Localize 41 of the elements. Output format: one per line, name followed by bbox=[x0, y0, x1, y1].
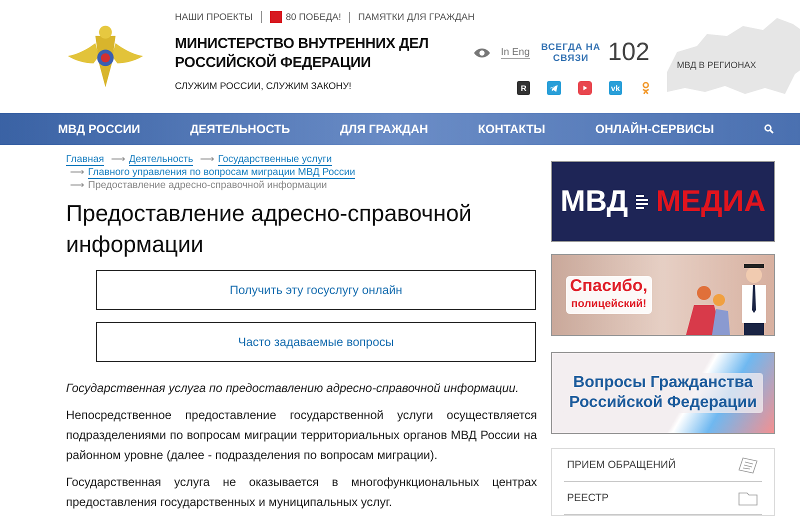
hotline-label: ВСЕГДА НА СВЯЗИ bbox=[540, 42, 602, 64]
top-link[interactable]: НАШИ ПРОЕКТЫ bbox=[174, 12, 261, 22]
page-heading: Предоставление адресно-справочной информации bbox=[66, 199, 473, 259]
social-icon[interactable]: R bbox=[516, 81, 530, 95]
breadcrumb-link[interactable]: Деятельность bbox=[128, 154, 194, 166]
breadcrumb-link[interactable]: Государственные услуги bbox=[218, 154, 332, 166]
hotline-number[interactable]: 102 bbox=[608, 38, 650, 67]
paper-plane-icon[interactable] bbox=[547, 81, 562, 95]
breadcrumb-link[interactable]: Главная bbox=[66, 154, 104, 166]
media-banner[interactable]: МВД МЕДИА bbox=[551, 161, 775, 242]
social-icon[interactable]: vk bbox=[608, 81, 622, 95]
breadcrumb-arrow: ⟶ bbox=[110, 154, 125, 165]
breadcrumb-link[interactable]: Главного управления по вопросам миграции МВД России bbox=[88, 167, 356, 179]
site-title: МИНИСТЕРСТВО ВНУТРЕННИХ ДЕЛ РОССИЙСКОЙ ФЕДЕРАЦИИ bbox=[174, 35, 430, 73]
lines-icon bbox=[636, 194, 648, 208]
play-icon[interactable] bbox=[578, 81, 592, 95]
lead-paragraph: Государственная услуга по предоставлению адресно-справочной информации. bbox=[66, 380, 520, 397]
breadcrumb-arrow: ⟶ bbox=[200, 154, 214, 165]
nav-item[interactable]: ДЕЯТЕЛЬНОСТЬ bbox=[190, 122, 290, 136]
breadcrumb-arrow: ⟶ bbox=[70, 167, 84, 178]
eye-icon[interactable] bbox=[472, 46, 491, 58]
service-button[interactable]: Получить эту госуслугу онлайн bbox=[96, 270, 536, 310]
nav-item[interactable]: МВД РОССИИ bbox=[58, 122, 140, 136]
nav-item[interactable]: КОНТАКТЫ bbox=[478, 122, 546, 136]
side-menu-item[interactable]: РЕЕСТР bbox=[564, 482, 762, 515]
top-link[interactable]: ПАМЯТКИ ДЛЯ ГРАЖДАН bbox=[349, 12, 483, 22]
breadcrumb-arrow: ⟶ bbox=[70, 180, 84, 191]
breadcrumb-current: Предоставление адресно-справочной информации bbox=[88, 180, 327, 191]
nav-item[interactable]: ОНЛАЙН-СЕРВИСЫ bbox=[595, 122, 714, 136]
paragraph: Государственная услуга не оказывается в многофункциональных центрах предоставления государственных и муниципальных услуг. bbox=[66, 474, 537, 511]
document-icon bbox=[737, 456, 759, 474]
paragraph: Непосредственное предоставление государственной услуги осуществляется подразделениями по вопросам миграции территориальных органов МВД России на районном уровне (далее - подразделения по вопросам миграции). bbox=[66, 407, 537, 464]
language-link[interactable]: In Eng bbox=[500, 46, 530, 58]
side-menu-item[interactable]: ПРИЕМ ОБРАЩЕНИЙ bbox=[564, 449, 762, 482]
motto: СЛУЖИМ РОССИИ, СЛУЖИМ ЗАКОНУ! bbox=[174, 81, 352, 92]
service-button[interactable]: Часто задаваемые вопросы bbox=[96, 322, 536, 362]
top-link[interactable]: 80 ПОБЕДА! bbox=[260, 11, 350, 23]
citizenship-banner[interactable]: Вопросы Гражданства Российской Федерации bbox=[551, 352, 775, 434]
thanks-banner[interactable]: Спасибо, полицейский! bbox=[551, 254, 775, 336]
nav-item[interactable]: ДЛЯ ГРАЖДАН bbox=[340, 122, 428, 136]
search-icon[interactable] bbox=[764, 124, 774, 134]
